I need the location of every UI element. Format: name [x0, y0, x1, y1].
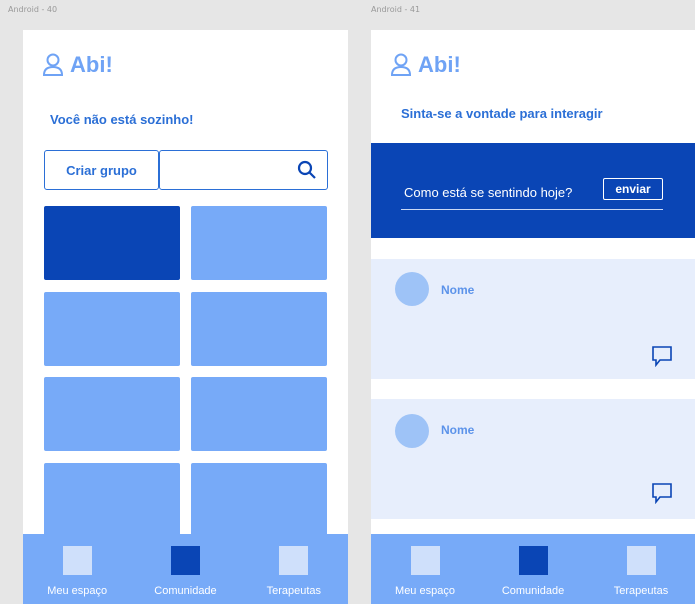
my-space-icon [62, 546, 92, 575]
bottom-nav: Meu espaço Comunidade Terapeutas [371, 534, 695, 604]
therapists-icon [626, 546, 656, 575]
page-subtitle: Você não está sozinho! [50, 112, 194, 127]
user-icon [42, 53, 64, 77]
group-tile[interactable] [191, 206, 327, 280]
logo-text: Abi! [418, 52, 461, 77]
post-composer: Como está se sentindo hoje? enviar [371, 143, 695, 238]
page-subtitle: Sinta-se a vontade para interagir [401, 106, 603, 121]
create-group-button[interactable]: Criar grupo [44, 150, 159, 190]
group-tile[interactable] [191, 463, 327, 537]
app-logo: Abi! [42, 52, 113, 78]
nav-item-community[interactable]: Comunidade [131, 534, 239, 604]
group-tile[interactable] [44, 292, 180, 366]
nav-label: Comunidade [154, 585, 217, 597]
group-tile[interactable] [191, 292, 327, 366]
nav-label: Meu espaço [47, 585, 108, 597]
group-tile[interactable] [44, 463, 180, 537]
nav-item-community[interactable]: Comunidade [479, 534, 587, 604]
community-icon [170, 546, 200, 575]
comment-icon[interactable] [651, 482, 673, 509]
nav-item-my-space[interactable]: Meu espaço [371, 534, 479, 604]
post-input[interactable]: Como está se sentindo hoje? [404, 185, 572, 200]
post-card: Nome [371, 399, 695, 519]
post-author-name: Nome [441, 423, 475, 437]
nav-item-therapists[interactable]: Terapeutas [240, 534, 348, 604]
group-tile[interactable] [44, 206, 180, 280]
frame-label-right: Android - 41 [371, 5, 421, 14]
my-space-icon [410, 546, 440, 575]
therapists-icon [279, 546, 309, 575]
avatar [395, 414, 429, 448]
frame-label-left: Android - 40 [8, 5, 58, 14]
group-tile[interactable] [191, 377, 327, 451]
search-input[interactable] [159, 150, 328, 190]
send-button[interactable]: enviar [603, 178, 663, 200]
nav-item-therapists[interactable]: Terapeutas [587, 534, 695, 604]
post-card: Nome [371, 259, 695, 379]
screen-community: Abi! Sinta-se a vontade para interagir C… [371, 30, 695, 604]
group-tile[interactable] [44, 377, 180, 451]
nav-label: Terapeutas [266, 585, 322, 597]
avatar [395, 272, 429, 306]
nav-label: Meu espaço [395, 585, 455, 597]
post-author-name: Nome [441, 283, 475, 297]
input-underline [401, 209, 663, 210]
app-logo: Abi! [390, 52, 461, 78]
screen-my-space: Abi! Você não está sozinho! Criar grupo … [23, 30, 348, 604]
nav-item-my-space[interactable]: Meu espaço [23, 534, 131, 604]
community-icon [518, 546, 548, 575]
nav-label: Terapeutas [613, 585, 669, 597]
logo-text: Abi! [70, 52, 113, 77]
user-icon [390, 53, 412, 77]
search-icon[interactable] [297, 160, 317, 185]
nav-label: Comunidade [501, 585, 565, 597]
comment-icon[interactable] [651, 345, 673, 372]
bottom-nav: Meu espaço Comunidade Terapeutas [23, 534, 348, 604]
